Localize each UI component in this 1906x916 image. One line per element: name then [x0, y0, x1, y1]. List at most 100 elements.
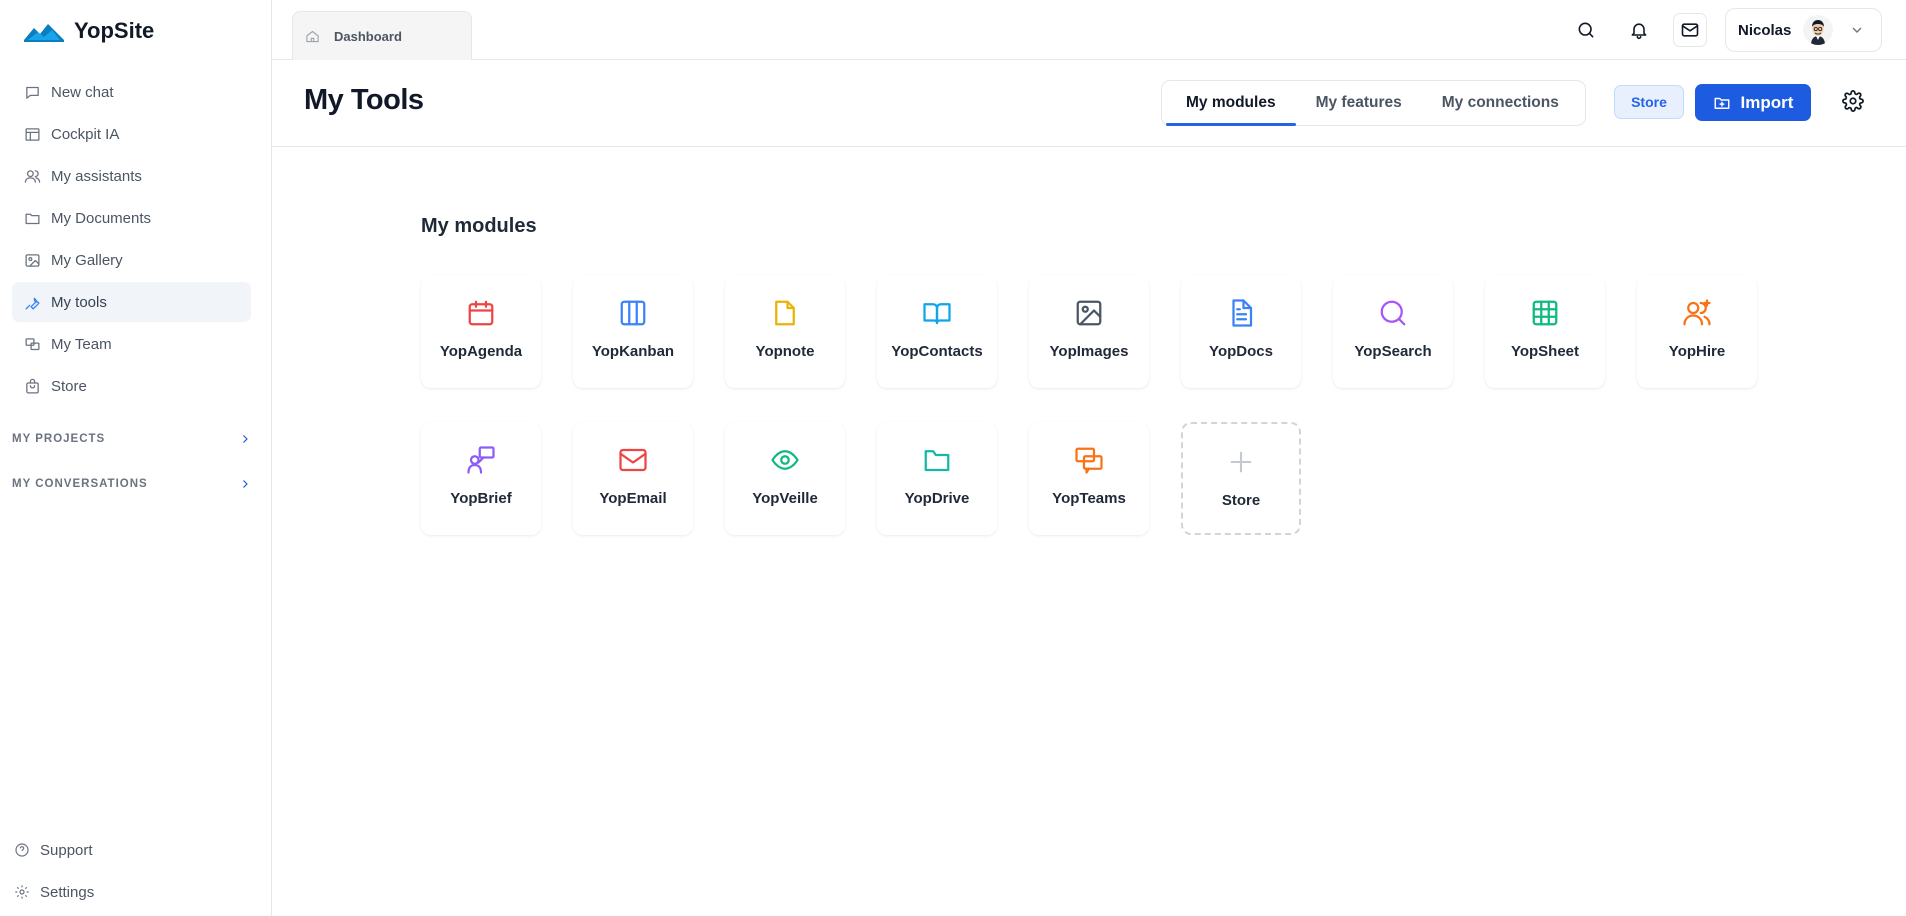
module-label: YopKanban [591, 343, 675, 360]
module-card-yophire[interactable]: YopHire [1637, 275, 1757, 388]
users-icon [24, 169, 41, 183]
bell-icon [1631, 23, 1647, 40]
import-button[interactable]: Import [1695, 84, 1811, 121]
module-label: YopVeille [752, 490, 818, 507]
module-card-yopsearch[interactable]: YopSearch [1333, 275, 1453, 388]
sidebar-item-my-tools[interactable]: My tools [12, 282, 251, 322]
note-icon [775, 300, 795, 326]
module-label: YopHire [1668, 343, 1726, 360]
columns-icon [620, 300, 646, 326]
chats-icon [1075, 447, 1103, 474]
section-label: MY CONVERSATIONS [12, 478, 148, 490]
section-my-conversations[interactable]: MY CONVERSATIONS [12, 472, 251, 496]
module-card-yopnote[interactable]: Yopnote [725, 275, 845, 388]
team-icon [25, 337, 40, 350]
notifications-button[interactable] [1622, 13, 1656, 47]
bag-icon [26, 378, 39, 394]
image-icon [25, 253, 40, 267]
tool-tabs: My modules My features My connections [1161, 80, 1586, 126]
chat-icon [26, 86, 39, 99]
logo-text: YopSite [74, 18, 155, 43]
search-button[interactable] [1569, 13, 1603, 47]
sidebar-item-my-gallery[interactable]: My Gallery [12, 240, 251, 280]
module-card-store[interactable]: Store [1181, 422, 1301, 535]
help-icon [15, 843, 29, 857]
book-open-icon [923, 303, 951, 325]
module-label: YopSearch [1354, 343, 1432, 360]
mail-icon [1681, 23, 1699, 37]
sidebar-item-store[interactable]: Store [12, 366, 251, 406]
search-icon [1578, 22, 1594, 38]
app-root: YopSite New chat Cockpit IA My assistant… [0, 0, 1906, 916]
sidebar-item-my-documents[interactable]: My Documents [12, 198, 251, 238]
module-label: YopContacts [891, 343, 983, 360]
chevron-down-icon [1852, 27, 1862, 33]
module-card-yopbrief[interactable]: YopBrief [421, 422, 541, 535]
import-label: Import [1740, 92, 1794, 112]
table-icon [1532, 300, 1558, 326]
sidebar-item-my-team[interactable]: My Team [12, 324, 251, 364]
calendar-icon [468, 300, 494, 326]
settings-label: Settings [40, 883, 95, 901]
module-card-yopveille[interactable]: YopVeille [725, 422, 845, 535]
folder-icon [25, 213, 40, 224]
document-icon [1232, 299, 1253, 327]
user-menu[interactable]: Nicolas [1725, 8, 1882, 52]
layout-icon [25, 127, 40, 141]
tab-my-features[interactable]: My features [1296, 81, 1422, 125]
support-link[interactable]: Support [14, 837, 93, 863]
module-card-yopteams[interactable]: YopTeams [1029, 422, 1149, 535]
mail-icon [619, 448, 647, 472]
module-card-yopkanban[interactable]: YopKanban [573, 275, 693, 388]
section-label: MY PROJECTS [12, 433, 106, 445]
sidebar-item-label: Store [51, 377, 87, 395]
module-card-yopsheet[interactable]: YopSheet [1485, 275, 1605, 388]
eye-icon [771, 450, 799, 470]
presenter-icon [467, 446, 495, 474]
sidebar-item-new-chat[interactable]: New chat [12, 72, 251, 112]
sidebar-item-label: My assistants [51, 167, 142, 185]
module-card-yopimages[interactable]: YopImages [1029, 275, 1149, 388]
section-my-projects[interactable]: MY PROJECTS [12, 427, 251, 451]
tab-my-connections[interactable]: My connections [1422, 81, 1579, 125]
tab-dashboard-label: Dashboard [334, 28, 402, 44]
modules-section-title: My modules [421, 215, 537, 237]
header-settings-button[interactable] [1842, 90, 1866, 114]
tab-dashboard[interactable]: Dashboard [292, 11, 472, 60]
sidebar-item-cockpit-ia[interactable]: Cockpit IA [12, 114, 251, 154]
logo[interactable]: YopSite [24, 16, 154, 46]
sidebar-item-label: My Gallery [51, 251, 123, 269]
module-label: YopSheet [1510, 343, 1580, 360]
sidebar-item-my-assistants[interactable]: My assistants [12, 156, 251, 196]
topbar: Dashboard Nicolas [272, 0, 1906, 60]
module-label: YopAgenda [439, 343, 523, 360]
tab-my-modules[interactable]: My modules [1166, 81, 1296, 126]
avatar [1803, 15, 1834, 45]
messages-button[interactable] [1673, 13, 1707, 47]
sidebar-nav: New chat Cockpit IA My assistants My Doc… [12, 72, 251, 408]
module-label: YopTeams [1052, 490, 1126, 507]
search-icon [1380, 300, 1406, 326]
image-icon [1076, 300, 1102, 326]
plus-icon [1230, 451, 1252, 473]
module-card-yopemail[interactable]: YopEmail [573, 422, 693, 535]
module-card-yopagenda[interactable]: YopAgenda [421, 275, 541, 388]
chevron-right-icon [243, 480, 248, 488]
wrench-icon [25, 297, 40, 310]
sidebar-item-label: My Documents [51, 209, 152, 227]
sidebar-item-label: My tools [51, 293, 107, 311]
page-title: My Tools [304, 84, 424, 116]
module-card-yopdocs[interactable]: YopDocs [1181, 275, 1301, 388]
module-card-yopcontacts[interactable]: YopContacts [877, 275, 997, 388]
sidebar-item-label: My Team [51, 335, 112, 353]
gear-icon [15, 885, 29, 899]
module-label: YopEmail [599, 490, 667, 507]
user-plus-icon [1683, 299, 1711, 326]
settings-link[interactable]: Settings [14, 879, 94, 905]
home-icon [306, 30, 319, 42]
module-label: Yopnote [755, 343, 815, 360]
sidebar: YopSite New chat Cockpit IA My assistant… [0, 0, 272, 916]
module-card-yopdrive[interactable]: YopDrive [877, 422, 997, 535]
module-label: YopDocs [1209, 343, 1273, 360]
store-button[interactable]: Store [1614, 85, 1684, 119]
